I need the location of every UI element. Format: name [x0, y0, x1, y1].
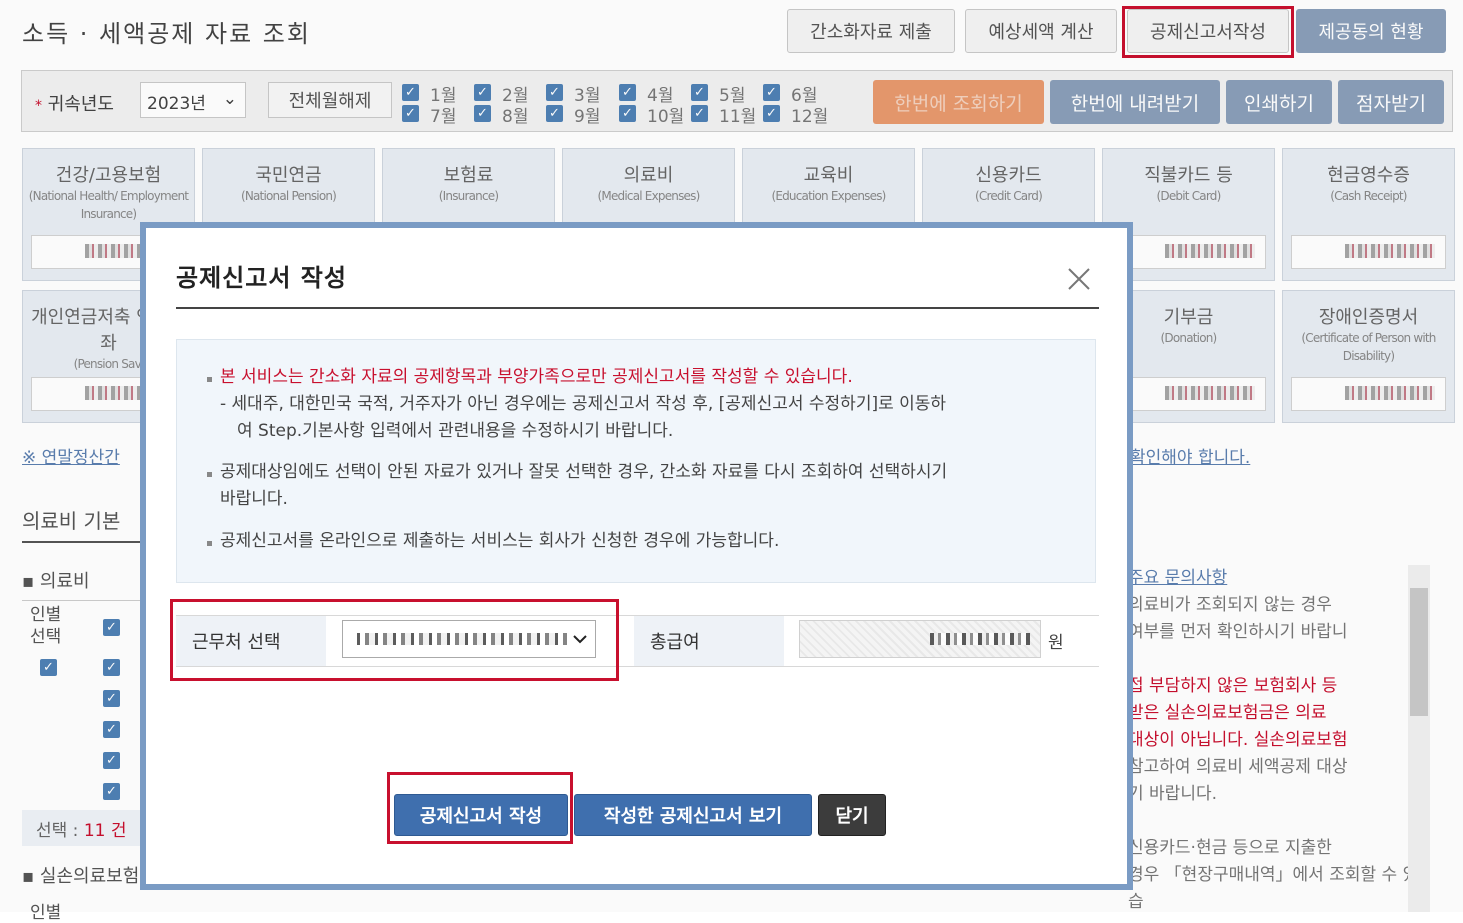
total-pay-value-redacted	[930, 633, 1030, 645]
info-notice-sub1: - 세대주, 대한민국 국적, 거주자가 아닌 경우에는 공제신고서 작성 후,…	[220, 394, 947, 414]
info-notice-sub2: 여 Step.기본사항 입력에서 관련내용을 수정하시기 바랍니다.	[237, 421, 674, 441]
highlight-box	[170, 599, 619, 681]
info-notice-2b: 바랍니다.	[220, 489, 288, 509]
modal-title: 공제신고서 작성	[176, 264, 347, 292]
bullet-icon	[207, 541, 212, 546]
close-icon[interactable]	[1066, 266, 1092, 292]
bullet-icon	[207, 377, 212, 382]
info-box: 본 서비스는 간소화 자료의 공제항목과 부양가족으로만 공제신고서를 작성할 …	[176, 339, 1096, 583]
view-written-form-button[interactable]: 작성한 공제신고서 보기	[574, 794, 812, 836]
deduction-form-modal: 공제신고서 작성 본 서비스는 간소화 자료의 공제항목과 부양가족으로만 공제…	[140, 222, 1133, 890]
close-button[interactable]: 닫기	[818, 794, 886, 836]
total-pay-label: 총급여	[634, 616, 784, 666]
total-pay-field	[799, 620, 1041, 658]
info-notice-main: 본 서비스는 간소화 자료의 공제항목과 부양가족으로만 공제신고서를 작성할 …	[220, 367, 853, 387]
info-notice-3: 공제신고서를 온라인으로 제출하는 서비스는 회사가 신청한 경우에 가능합니다…	[220, 531, 780, 551]
bullet-icon	[207, 472, 212, 477]
modal-divider	[176, 307, 1099, 309]
info-notice-2a: 공제대상임에도 선택이 안된 자료가 있거나 잘못 선택한 경우, 간소화 자료…	[220, 462, 948, 482]
currency-unit: 원	[1048, 633, 1064, 653]
highlight-box	[387, 772, 573, 844]
